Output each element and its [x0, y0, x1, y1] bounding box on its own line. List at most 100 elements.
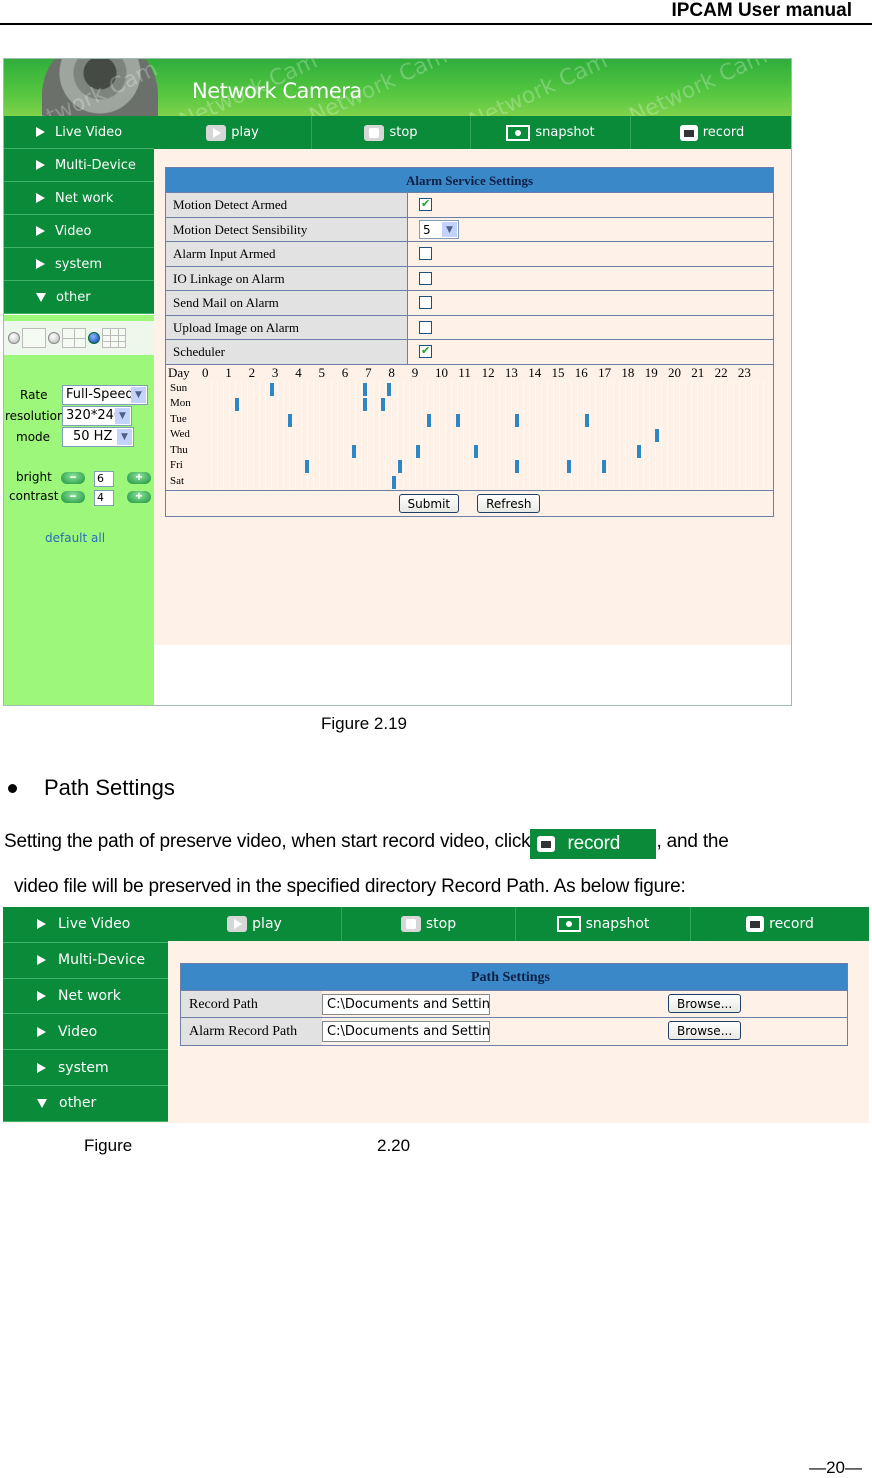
mode-value: 50 HZ — [73, 429, 113, 444]
para-text: Setting the path of preserve video, when… — [4, 831, 531, 852]
record-path-input[interactable]: C:\Documents and Setting — [322, 994, 490, 1015]
sidebar-item-system[interactable]: system — [3, 1050, 168, 1086]
bright-minus-button[interactable]: − — [61, 471, 85, 484]
rate-select[interactable]: Full-Speed ▼ — [62, 385, 148, 405]
scheduler-cells[interactable] — [206, 380, 766, 489]
snapshot-button[interactable]: snapshot — [471, 116, 631, 149]
sidebar-label: Live Video — [55, 124, 123, 140]
scheduler-checkbox[interactable] — [419, 344, 432, 359]
default-all-link[interactable]: default all — [45, 531, 105, 545]
triangle-right-icon — [36, 226, 45, 236]
schedule-slot[interactable] — [473, 444, 478, 458]
schedule-slot[interactable] — [584, 413, 589, 427]
sidebar-item-video[interactable]: Video — [3, 1014, 168, 1051]
io-linkage-checkbox[interactable] — [419, 271, 432, 285]
view-control-panel: Rate Full-Speed ▼ resolution 320*240 ▼ mod… — [4, 315, 154, 705]
upload-image-checkbox[interactable] — [419, 320, 432, 334]
motion-detect-armed-checkbox[interactable] — [419, 197, 432, 212]
submit-button[interactable]: Submit — [398, 493, 460, 513]
resolution-label: resolution — [5, 409, 65, 423]
record-path-browse-button[interactable]: Browse... — [668, 994, 742, 1013]
bright-plus-button[interactable]: + — [127, 471, 151, 484]
sidebar-label: Net work — [58, 987, 121, 1004]
figure-2-19-screenshot: Network Cam Network Cam Network Cam Netw… — [3, 58, 792, 706]
content-area: Alarm Service Settings Motion Detect Arm… — [154, 149, 791, 645]
day-label: Sun — [170, 381, 188, 394]
sidebar-item-network[interactable]: Net work — [3, 979, 168, 1015]
schedule-slot[interactable] — [398, 460, 403, 473]
sidebar-label: system — [58, 1059, 109, 1076]
schedule-slot[interactable] — [415, 444, 420, 458]
schedule-slot[interactable] — [287, 413, 292, 427]
sidebar-label: Video — [55, 223, 92, 239]
sidebar-item-network[interactable]: Net work — [4, 182, 154, 215]
schedule-slot[interactable] — [637, 444, 642, 458]
inline-record-button: record — [530, 829, 657, 859]
resolution-select[interactable]: 320*240 ▼ — [62, 406, 132, 426]
layout-9-radio[interactable] — [88, 332, 100, 344]
sidebar-label: Multi-Device — [55, 157, 136, 173]
snapshot-button[interactable]: snapshot — [516, 907, 691, 941]
layout-1-radio[interactable] — [8, 332, 20, 344]
sensibility-select[interactable]: 5 ▼ — [419, 219, 459, 239]
play-icon — [206, 124, 227, 141]
sidebar-item-other[interactable]: other — [3, 1086, 168, 1122]
row-label: Upload Image on Alarm — [166, 315, 408, 339]
schedule-slot[interactable] — [363, 382, 368, 396]
row-label: Alarm Input Armed — [166, 242, 408, 266]
bright-label: bright — [16, 470, 52, 484]
schedule-slot[interactable] — [386, 382, 391, 396]
play-button[interactable]: play — [154, 116, 312, 149]
sidebar-item-video[interactable]: Video — [4, 215, 154, 248]
sidebar-item-other[interactable]: other — [4, 281, 154, 314]
alarm-record-path-browse-button[interactable]: Browse... — [668, 1021, 742, 1040]
video-camera-icon — [746, 916, 765, 932]
hour-label: 11 — [458, 364, 471, 380]
refresh-button[interactable]: Refresh — [477, 493, 541, 513]
contrast-minus-button[interactable]: − — [61, 490, 85, 503]
schedule-slot[interactable] — [305, 460, 310, 473]
sidebar-item-live-video[interactable]: Live Video — [3, 907, 168, 943]
stop-button[interactable]: stop — [342, 907, 516, 941]
schedule-slot[interactable] — [456, 413, 461, 427]
schedule-slot[interactable] — [567, 460, 572, 473]
alarm-record-path-input[interactable]: C:\Documents and Setting — [322, 1021, 490, 1042]
record-button[interactable]: record — [691, 907, 869, 941]
record-button[interactable]: record — [631, 116, 791, 149]
table-row: Upload Image on Alarm — [166, 315, 773, 340]
sidebar-item-multi-device[interactable]: Multi-Device — [4, 149, 154, 182]
play-button[interactable]: play — [168, 907, 342, 941]
schedule-slot[interactable] — [270, 382, 275, 396]
content-blank — [154, 645, 791, 705]
contrast-plus-button[interactable]: + — [127, 490, 151, 503]
play-icon — [227, 916, 248, 932]
chevron-down-icon: ▼ — [117, 429, 132, 445]
schedule-slot[interactable] — [392, 475, 397, 489]
stop-button[interactable]: stop — [312, 116, 471, 149]
mode-select[interactable]: 50 HZ ▼ — [62, 427, 134, 447]
schedule-slot[interactable] — [427, 413, 432, 427]
contrast-value[interactable]: 4 — [94, 490, 114, 506]
alarm-input-armed-checkbox[interactable] — [419, 247, 432, 261]
schedule-slot[interactable] — [654, 429, 659, 442]
triangle-right-icon — [36, 160, 45, 170]
sidebar-item-system[interactable]: system — [4, 248, 154, 281]
schedule-slot[interactable] — [235, 398, 240, 411]
schedule-slot[interactable] — [514, 460, 519, 473]
hour-label: 14 — [528, 364, 542, 380]
triangle-right-icon — [37, 1062, 46, 1073]
bright-value[interactable]: 6 — [94, 471, 114, 487]
day-label: Sat — [170, 474, 185, 487]
schedule-slot[interactable] — [380, 398, 385, 411]
row-label: IO Linkage on Alarm — [166, 266, 408, 290]
layout-4-radio[interactable] — [48, 332, 60, 344]
sidebar-item-multi-device[interactable]: Multi-Device — [3, 943, 168, 979]
schedule-slot[interactable] — [363, 398, 368, 411]
hour-label: 18 — [621, 364, 635, 380]
watermark: Network Cam — [625, 59, 772, 116]
send-mail-checkbox[interactable] — [419, 296, 432, 310]
sidebar-item-live-video[interactable]: Live Video — [4, 116, 154, 149]
schedule-slot[interactable] — [514, 413, 519, 427]
schedule-slot[interactable] — [351, 444, 356, 458]
schedule-slot[interactable] — [602, 460, 607, 473]
